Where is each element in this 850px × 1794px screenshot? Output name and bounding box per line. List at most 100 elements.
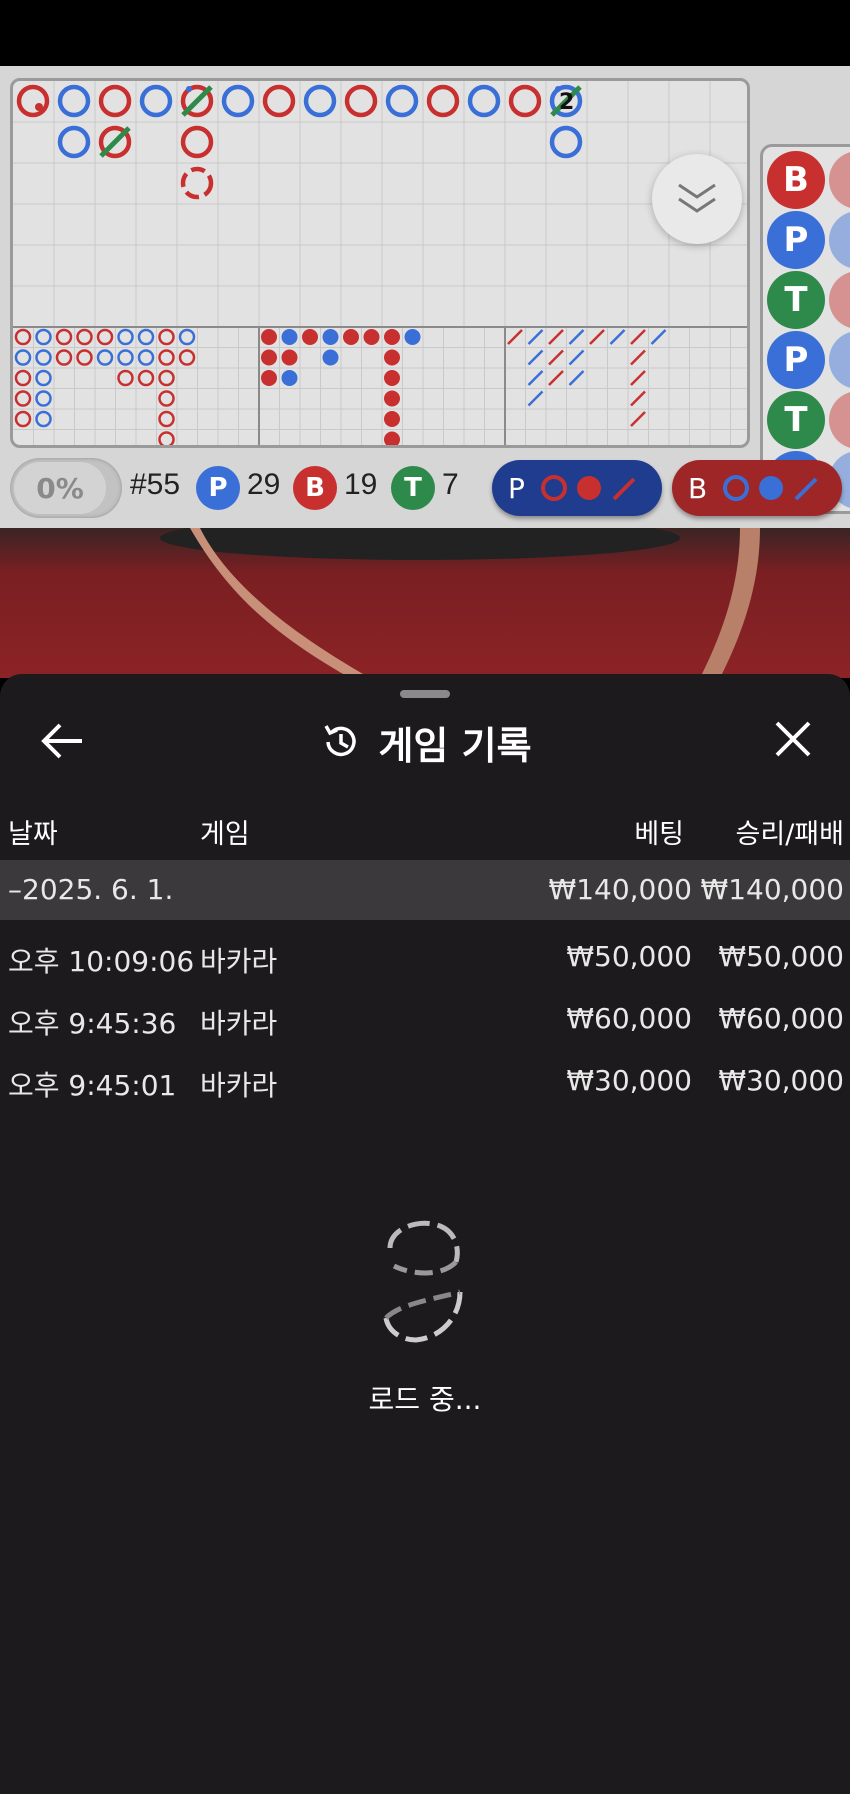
big-eye-ring xyxy=(96,328,114,346)
big-eye-ring xyxy=(55,328,73,346)
big-eye-ring xyxy=(35,369,52,387)
bead-road-column: BPTPTP xyxy=(760,144,850,514)
big-eye-ring xyxy=(14,390,32,407)
scoreboard: 2 BPTPTP xyxy=(0,66,850,528)
row-time: 오후 10:09:06 xyxy=(8,945,195,978)
close-icon xyxy=(775,721,811,757)
banker-predict-button[interactable]: B xyxy=(672,460,842,516)
small-road-dot xyxy=(363,329,380,345)
drag-handle[interactable] xyxy=(400,690,450,698)
sheet-title: 게임 기록 xyxy=(378,723,532,768)
bead-badge-t: T xyxy=(767,271,825,329)
big-eye-ring xyxy=(137,349,155,366)
collapse-button[interactable] xyxy=(652,154,742,244)
cockroach-slash xyxy=(630,329,646,345)
cockroach-slash xyxy=(568,370,585,386)
header-date: 날짜 xyxy=(8,819,58,850)
big-eye-ring xyxy=(14,410,32,428)
header-bet: 베팅 xyxy=(634,819,684,850)
row-game: 바카라 xyxy=(200,1069,278,1102)
row-bet: ₩60,000 xyxy=(566,1002,692,1035)
cockroach-slash xyxy=(568,329,585,345)
big-eye-ring xyxy=(137,369,155,387)
big-eye-ring xyxy=(14,369,32,387)
history-icon xyxy=(324,725,357,757)
prediction-icons xyxy=(540,475,636,501)
dealer-video-image xyxy=(160,528,760,678)
big-eye-ring xyxy=(76,328,93,346)
row-time: 오후 9:45:36 xyxy=(8,1007,177,1040)
big-eye-ring xyxy=(117,349,134,366)
big-eye-ring xyxy=(158,431,175,445)
big-eye-ring xyxy=(76,349,93,366)
bead-badge-partial xyxy=(829,271,850,329)
tie-count: 7 xyxy=(442,468,459,501)
cockroach-slash xyxy=(630,370,646,386)
big-eye-ring xyxy=(158,328,175,346)
small-road-dot xyxy=(302,329,318,345)
big-eye-ring xyxy=(14,328,32,346)
big-eye-ring xyxy=(178,328,196,346)
banker-count: 19 xyxy=(344,468,378,501)
percent-toggle[interactable]: 0% xyxy=(10,458,122,518)
big-eye-ring xyxy=(158,349,175,366)
big-eye-ring xyxy=(35,410,52,428)
small-road-dot xyxy=(322,329,339,345)
status-bar xyxy=(0,0,850,66)
big-eye-ring xyxy=(178,349,196,366)
bead-road-grid: 2 xyxy=(10,78,750,448)
small-road-dot xyxy=(404,329,421,345)
big-eye-ring xyxy=(117,369,134,387)
live-video xyxy=(0,528,850,678)
cockroach-slash xyxy=(548,329,564,345)
close-button[interactable] xyxy=(772,718,814,760)
row-winloss: ₩30,000 xyxy=(718,1064,844,1097)
row-bet: ₩50,000 xyxy=(566,940,692,973)
row-bet: ₩30,000 xyxy=(566,1064,692,1097)
date-group-label: –2025. 6. 1. xyxy=(8,873,174,906)
small-road-dot xyxy=(261,370,277,386)
bead-badge-partial xyxy=(829,151,850,209)
player-badge: P xyxy=(196,466,240,510)
cockroach-slash xyxy=(548,370,564,386)
small-road-dot xyxy=(384,370,400,386)
big-eye-ring xyxy=(35,328,52,346)
banker-badge: B xyxy=(293,466,337,510)
cockroach-slash xyxy=(630,349,646,366)
cockroach-slash xyxy=(527,390,544,407)
big-eye-ring xyxy=(137,328,155,346)
player-predict-label: P xyxy=(508,471,525,505)
tie-badge: T xyxy=(391,466,435,510)
spinner-icon xyxy=(380,1218,470,1346)
bead-badge-partial xyxy=(829,391,850,449)
big-eye-ring xyxy=(96,349,114,366)
big-eye-ring xyxy=(158,410,175,428)
big-eye-ring xyxy=(14,349,32,366)
small-road-dot xyxy=(384,411,400,427)
player-predict-button[interactable]: P xyxy=(492,460,662,516)
big-eye-ring xyxy=(117,328,134,346)
big-eye-ring xyxy=(35,390,52,407)
bead-badge-p: P xyxy=(767,211,825,269)
big-eye-ring xyxy=(35,349,52,366)
loading-text: 로드 중... xyxy=(368,1383,482,1416)
bead-badge-p: P xyxy=(767,331,825,389)
sheet-header: 게임 기록 xyxy=(0,712,850,772)
bead-badge-b: B xyxy=(767,151,825,209)
small-road-dot xyxy=(384,390,400,407)
row-game: 바카라 xyxy=(200,945,278,978)
cockroach-slash xyxy=(527,370,544,386)
player-count: 29 xyxy=(247,468,281,501)
streak-number: 2 xyxy=(559,90,574,115)
small-road-dot xyxy=(343,329,359,345)
cockroach-slash xyxy=(527,349,544,366)
cockroach-slash xyxy=(589,329,605,345)
big-eye-ring xyxy=(158,369,175,387)
small-road-dot xyxy=(384,431,400,445)
small-road-dot xyxy=(384,349,400,366)
row-winloss: ₩50,000 xyxy=(718,940,844,973)
cockroach-slash xyxy=(548,349,564,366)
header-winloss: 승리/패배 xyxy=(735,819,844,850)
cockroach-slash xyxy=(568,349,585,366)
bead-badge-t: T xyxy=(767,391,825,449)
